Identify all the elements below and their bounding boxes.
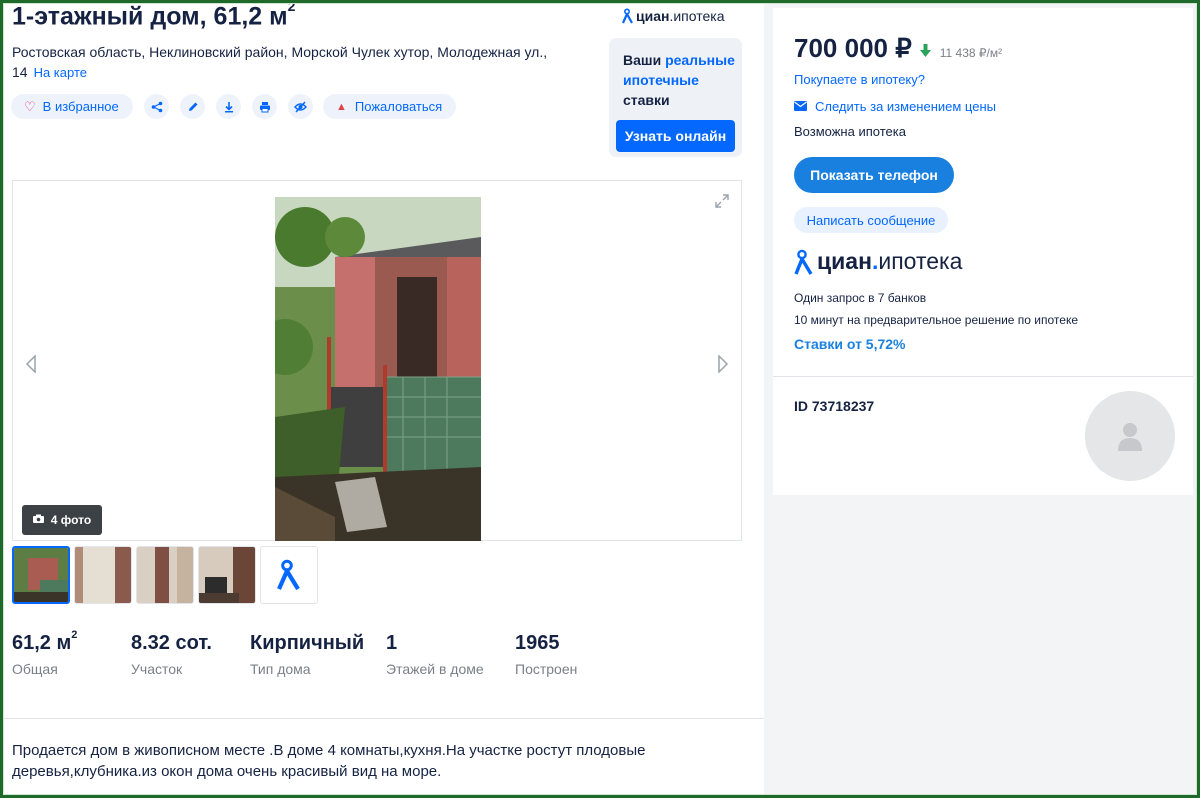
warning-icon: ▲: [336, 100, 347, 113]
write-message-button[interactable]: Написать сообщение: [794, 207, 948, 233]
action-bar: ♡ В избранное ▲ Пожаловаться: [11, 94, 456, 119]
favorite-button[interactable]: ♡ В избранное: [11, 94, 133, 119]
thumbnail-cian-logo[interactable]: [260, 546, 318, 604]
report-button[interactable]: ▲ Пожаловаться: [323, 94, 456, 119]
cian-pin-icon: [794, 249, 813, 275]
address: Ростовская область, Неклиновский район, …: [12, 42, 572, 83]
learn-online-button[interactable]: Узнать онлайн: [616, 120, 735, 152]
page-title: 1-этажный дом, 61,2 м2: [12, 0, 296, 31]
show-phone-button[interactable]: Показать телефон: [794, 157, 954, 193]
fact-plot: 8.32 сот. Участок: [131, 632, 212, 677]
share-icon: [151, 101, 162, 112]
avatar[interactable]: [1085, 391, 1175, 481]
logo-main-text: циан: [636, 8, 670, 24]
price-card: 700 000 ₽ 11 438 ₽/м² Покупаете в ипотек…: [773, 8, 1193, 376]
fact-built: 1965 Построен: [515, 632, 578, 677]
prev-arrow-icon[interactable]: [25, 354, 37, 378]
follow-price-link[interactable]: Следить за изменением цены: [794, 99, 996, 114]
facts-row: 61,2 м2 Общая 8.32 сот. Участок Кирпичны…: [12, 629, 615, 677]
edit-button[interactable]: [180, 94, 205, 119]
section-divider: [3, 718, 764, 719]
mortgage-question-link[interactable]: Покупаете в ипотеку?: [794, 72, 925, 87]
fact-house-type: Кирпичный Тип дома: [250, 632, 365, 677]
cian-pin-icon: [622, 8, 633, 24]
download-button[interactable]: [216, 94, 241, 119]
favorite-label: В избранное: [42, 99, 119, 114]
price-down-arrow-icon: [919, 44, 931, 62]
download-icon: [224, 101, 233, 112]
edit-icon: [188, 102, 197, 111]
report-label: Пожаловаться: [354, 99, 443, 114]
seller-card: ID 73718237: [773, 376, 1193, 495]
print-button[interactable]: [252, 94, 277, 119]
thumbnail[interactable]: [198, 546, 256, 604]
address-text: Ростовская область, Неклиновский район, …: [12, 44, 548, 80]
camera-icon: [32, 514, 44, 526]
share-button[interactable]: [144, 94, 169, 119]
mortgage-possible: Возможна ипотека: [794, 124, 906, 139]
listing-id: ID 73718237: [794, 398, 875, 414]
follow-price-label: Следить за изменением цены: [815, 99, 996, 114]
map-link[interactable]: На карте: [34, 65, 87, 80]
print-icon: [259, 101, 270, 112]
fact-total-area: 61,2 м2 Общая: [12, 629, 78, 677]
logo-rest-text: .ипотека: [669, 8, 725, 24]
logo-main-text: циан: [817, 248, 872, 274]
expand-icon[interactable]: [714, 193, 730, 214]
user-icon: [1118, 423, 1142, 451]
logo-rest-text: ипотека: [878, 248, 963, 274]
mortgage-promo: Ваши реальные ипотечные ставки Узнать он…: [609, 38, 742, 157]
fact-floors: 1 Этажей в доме: [386, 632, 484, 677]
price-value: 700 000 ₽: [794, 33, 912, 63]
thumbnail[interactable]: [74, 546, 132, 604]
cian-ipoteka-logo-small: циан .ипотека: [622, 8, 725, 24]
promo-text: Ваши реальные ипотечные ставки: [623, 52, 735, 108]
heart-icon: ♡: [24, 98, 36, 114]
description: Продается дом в живописном месте .В доме…: [12, 742, 646, 780]
mortgage-info-line-2: 10 минут на предварительное решение по и…: [794, 313, 1078, 327]
hide-button[interactable]: [288, 94, 313, 119]
photo-gallery: 4 фото: [12, 180, 742, 541]
thumbnail-strip: [12, 546, 322, 604]
cian-ipoteka-logo: циан. ипотека: [794, 248, 962, 275]
price-per-sqm: 11 438 ₽/м²: [939, 46, 1003, 60]
next-arrow-icon[interactable]: [717, 354, 729, 378]
mortgage-rate-link[interactable]: Ставки от 5,72%: [794, 336, 906, 352]
mortgage-info-line-1: Один запрос в 7 банков: [794, 291, 927, 305]
envelope-icon: [794, 100, 807, 114]
price: 700 000 ₽ 11 438 ₽/м²: [794, 33, 1002, 64]
cian-pin-icon: [277, 559, 300, 591]
hide-icon: [294, 100, 307, 113]
thumbnail[interactable]: [12, 546, 70, 604]
main-photo[interactable]: [275, 197, 481, 541]
photo-count-label: 4 фото: [50, 513, 92, 527]
photo-count-badge[interactable]: 4 фото: [22, 505, 102, 535]
thumbnail[interactable]: [136, 546, 194, 604]
